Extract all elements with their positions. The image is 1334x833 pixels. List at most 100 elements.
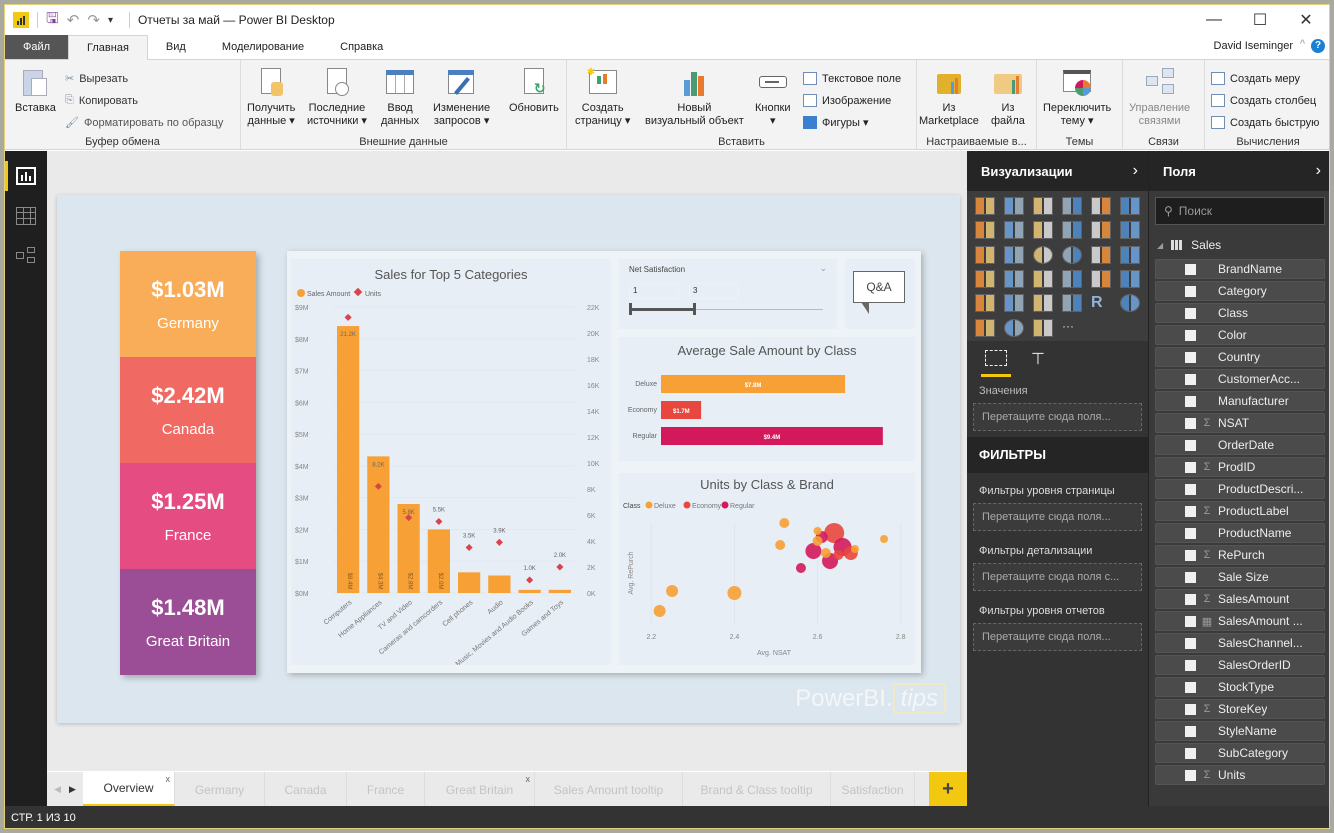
new-measure-button[interactable]: Создать меру [1211, 72, 1300, 85]
add-page-button[interactable]: + [929, 772, 967, 807]
field-checkbox[interactable] [1185, 725, 1196, 737]
tab-view[interactable]: Вид [148, 35, 204, 59]
slicer-chevron-icon[interactable]: ⌄ [819, 263, 827, 274]
from-marketplace-button[interactable]: Из Marketplace [919, 66, 979, 128]
field-item[interactable]: StockType [1155, 677, 1325, 697]
shapes-button[interactable]: Фигуры ▾ [803, 116, 869, 129]
textbox-button[interactable]: Текстовое поле [803, 72, 901, 85]
field-checkbox[interactable] [1185, 659, 1196, 671]
image-button[interactable]: Изображение [803, 94, 891, 107]
slicer-visual-icon[interactable] [1004, 294, 1024, 313]
field-checkbox[interactable] [1185, 417, 1196, 429]
close-tab-icon[interactable]: x [166, 774, 171, 784]
next-page-icon[interactable]: ▶ [69, 784, 76, 795]
help-icon[interactable]: ? [1311, 39, 1325, 53]
refresh-button[interactable]: ↻ Обновить [509, 66, 559, 115]
values-drop-zone[interactable]: Перетащите сюда поля... [973, 403, 1142, 431]
kpi-visual-icon[interactable] [975, 294, 995, 313]
globe-visual-icon[interactable] [1120, 294, 1140, 313]
data-view-icon[interactable] [16, 207, 36, 225]
field-item[interactable]: Category [1155, 281, 1325, 301]
timeline-visual-icon[interactable] [1033, 318, 1053, 337]
format-painter-button[interactable]: 🖌 Форматировать по образцу [65, 116, 223, 130]
collapse-visualizations-icon[interactable]: › [1133, 162, 1138, 180]
new-page-button[interactable]: ✱ Создать страницу ▾ [575, 66, 630, 128]
save-icon[interactable]: 🖫 [46, 8, 59, 33]
slicer-min-handle[interactable] [629, 303, 632, 315]
field-item[interactable]: Manufacturer [1155, 391, 1325, 411]
field-checkbox[interactable] [1185, 395, 1196, 407]
donut-custom-visual-icon[interactable] [1004, 318, 1024, 337]
avg-sale-by-class-chart[interactable]: Average Sale Amount by Class Deluxe $7.8M E… [619, 337, 915, 461]
field-checkbox[interactable] [1185, 285, 1196, 297]
report-view-icon[interactable] [16, 167, 36, 185]
scatter-visual-icon[interactable] [1004, 245, 1024, 264]
field-item[interactable]: Σ ProductLabel [1155, 501, 1325, 521]
kpi-card[interactable]: $1.25M France [120, 463, 256, 569]
slicer-max-handle[interactable] [693, 303, 697, 315]
matrix-visual-icon[interactable] [1062, 294, 1082, 313]
buttons-button[interactable]: Кнопки ▾ [755, 66, 791, 128]
field-item[interactable]: ProductName [1155, 523, 1325, 543]
field-checkbox[interactable] [1185, 615, 1196, 627]
manage-relationships-button[interactable]: Управление связями [1129, 66, 1190, 128]
field-checkbox[interactable] [1185, 703, 1196, 715]
net-satisfaction-slicer[interactable]: Net Satisfaction ⌄ 1 3 [619, 259, 837, 329]
tab-help[interactable]: Справка [322, 35, 401, 59]
field-item[interactable]: Σ StoreKey [1155, 699, 1325, 719]
new-visual-button[interactable]: Новый визуальный объект [645, 66, 744, 128]
page-tab[interactable]: Great Britain x [425, 772, 535, 807]
report-filters-drop-zone[interactable]: Перетащите сюда поля... [973, 623, 1142, 651]
sales-top-categories-chart[interactable]: Sales for Top 5 Categories Sales Amount Un… [291, 259, 611, 668]
tab-file[interactable]: Файл [5, 35, 69, 59]
maximize-button[interactable]: ☐ [1237, 5, 1283, 35]
slicer-min-input[interactable]: 1 [629, 283, 679, 299]
100-bar-visual-icon[interactable] [1091, 197, 1111, 215]
close-tab-icon[interactable]: x [526, 774, 531, 784]
field-checkbox[interactable] [1185, 549, 1196, 561]
stacked-area-visual-icon[interactable] [1033, 221, 1053, 240]
from-file-button[interactable]: Из файла [991, 66, 1025, 128]
area-visual-icon[interactable] [1004, 221, 1024, 240]
r-visual-visual-icon[interactable]: R [1091, 294, 1111, 312]
fields-search-input[interactable]: ⚲ Поиск [1155, 197, 1325, 225]
field-item[interactable]: Σ RePurch [1155, 545, 1325, 565]
pie-visual-icon[interactable] [1033, 245, 1053, 264]
100-column-visual-icon[interactable] [1120, 197, 1140, 215]
quick-measure-button[interactable]: Создать быструю [1211, 116, 1319, 129]
slicer-max-input[interactable]: 3 [689, 283, 739, 299]
page-filters-drop-zone[interactable]: Перетащите сюда поля... [973, 503, 1142, 531]
recent-sources-button[interactable]: Последние источники ▾ [307, 66, 367, 128]
field-item[interactable]: SalesChannel... [1155, 633, 1325, 653]
clustered-column-visual-icon[interactable] [1062, 197, 1082, 215]
field-item[interactable]: SubCategory [1155, 743, 1325, 763]
tab-modeling[interactable]: Моделирование [204, 35, 322, 59]
funnel-visual-icon[interactable] [1033, 269, 1053, 288]
field-item[interactable]: Σ Units [1155, 765, 1325, 785]
format-tab[interactable]: ⊤ [1031, 341, 1045, 377]
field-item[interactable]: CustomerAcc... [1155, 369, 1325, 389]
close-button[interactable]: ✕ [1283, 5, 1329, 35]
field-item[interactable]: ProductDescri... [1155, 479, 1325, 499]
line-column-visual-icon[interactable] [1062, 221, 1082, 240]
tab-home[interactable]: Главная [68, 35, 148, 60]
field-item[interactable]: Class [1155, 303, 1325, 323]
page-tab[interactable]: Overview x [83, 772, 175, 807]
drillthrough-drop-zone[interactable]: Перетащите сюда поля с... [973, 563, 1142, 591]
field-item[interactable]: Σ SalesAmount [1155, 589, 1325, 609]
table-sales[interactable]: ◢ Sales [1149, 231, 1329, 259]
treemap-visual-icon[interactable] [1091, 245, 1111, 264]
prev-page-icon[interactable]: ◀ [54, 784, 61, 795]
stacked-column-visual-icon[interactable] [1004, 197, 1024, 215]
model-view-icon[interactable] [16, 247, 36, 265]
field-checkbox[interactable] [1185, 263, 1196, 275]
customize-toolbar-icon[interactable]: ▾ [108, 15, 113, 26]
enter-data-button[interactable]: Ввод данных [381, 66, 419, 128]
field-checkbox[interactable] [1185, 527, 1196, 539]
field-item[interactable]: Σ ProdID [1155, 457, 1325, 477]
card-visual-icon[interactable] [1091, 269, 1111, 288]
multi-row-card-visual-icon[interactable] [1120, 269, 1140, 288]
copy-button[interactable]: ⎘ Копировать [65, 94, 138, 107]
field-checkbox[interactable] [1185, 483, 1196, 495]
field-checkbox[interactable] [1185, 461, 1196, 473]
